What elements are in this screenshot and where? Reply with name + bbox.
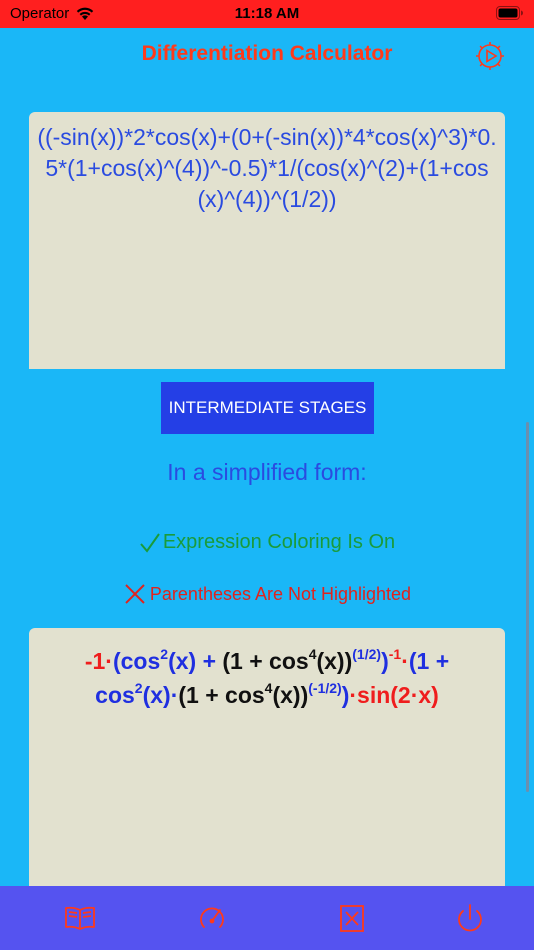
parentheses-status[interactable]: Parentheses Are Not Highlighted [0, 582, 534, 606]
battery-icon [496, 6, 523, 20]
result-display[interactable]: -1·(cos2(x) + (1 + cos4(x))(1/2))-1·(1 +… [29, 628, 505, 886]
result-exponent: 2 [134, 680, 143, 696]
coloring-status[interactable]: Expression Coloring Is On [0, 531, 534, 554]
result-term: (x)· [142, 682, 179, 708]
result-term: cos [95, 682, 135, 708]
scrollbar[interactable] [526, 422, 529, 792]
page-title: Differentiation Calculator [141, 42, 393, 65]
result-term: (1 + [408, 648, 450, 674]
power-icon[interactable] [452, 900, 488, 936]
coloring-status-label: Expression Coloring Is On [162, 531, 396, 553]
result-term: ·sin(2·x) [349, 682, 439, 708]
clock: 11:18 AM [234, 5, 300, 22]
result-term: (cos [112, 648, 161, 674]
intermediate-stages-button[interactable]: INTERMEDIATE STAGES [161, 382, 374, 434]
simplified-form-label: In a simplified form: [167, 459, 367, 485]
gauge-icon[interactable] [194, 900, 230, 936]
result-term: (1 + cos [222, 648, 309, 674]
result-exponent: -1 [388, 646, 402, 662]
status-bar: Operator 11:18 AM [0, 0, 534, 28]
result-exponent: 2 [160, 646, 169, 662]
result-term: · [401, 648, 409, 674]
result-term: ) [381, 648, 389, 674]
parentheses-status-label: Parentheses Are Not Highlighted [149, 583, 412, 604]
expression-display[interactable]: ((-sin(x))*2*cos(x)+(0+(-sin(x))*4*cos(x… [29, 112, 505, 369]
clear-box-icon[interactable] [334, 900, 370, 936]
checkmark-icon [140, 532, 160, 553]
book-icon[interactable] [62, 900, 98, 936]
cross-icon [125, 584, 145, 604]
result-term: (x)) [272, 682, 309, 708]
result-exponent: (1/2) [352, 646, 382, 662]
result-term: (x) + [168, 648, 223, 674]
result-term: (1 + cos [178, 682, 265, 708]
gear-play-icon[interactable] [472, 38, 508, 74]
result-term: (x)) [316, 648, 353, 674]
result-term: -1· [84, 648, 113, 674]
result-exponent: (-1/2) [308, 680, 342, 696]
bottom-toolbar [0, 886, 534, 950]
